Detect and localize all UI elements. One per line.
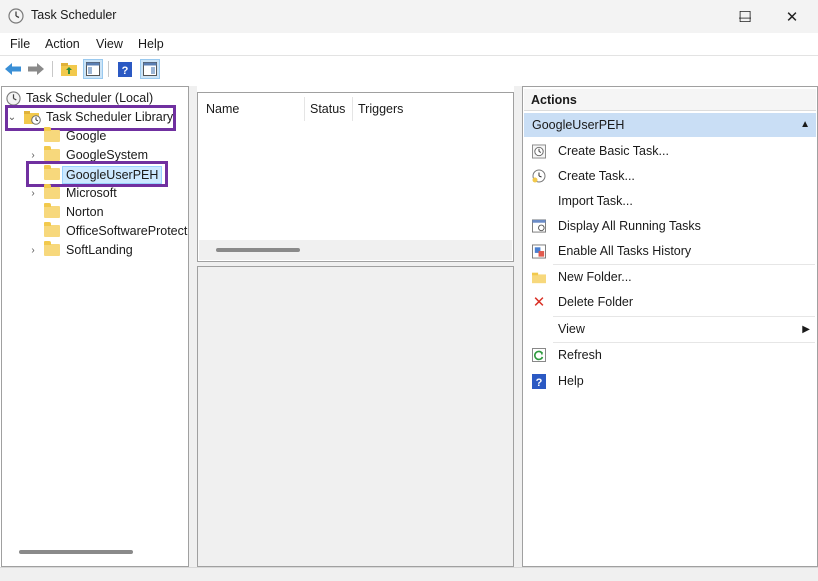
actions-group-title: GoogleUserPEH — [532, 118, 625, 132]
folder-icon — [44, 203, 60, 218]
task-list-horizontal-scrollbar-thumb[interactable] — [216, 248, 300, 252]
show-hide-console-tree-icon — [86, 62, 100, 76]
folder-icon — [44, 222, 60, 237]
show-hide-action-pane-icon — [143, 62, 157, 76]
actions-header: Actions — [524, 89, 816, 111]
refresh-icon — [532, 348, 546, 362]
task-scheduler-clock-icon — [8, 8, 24, 24]
action-create-task[interactable]: Create Task... — [524, 164, 816, 189]
show-hide-console-tree-button[interactable] — [83, 59, 103, 79]
toolbar-separator — [52, 61, 53, 77]
action-label: Delete Folder — [558, 295, 634, 309]
column-header-triggers[interactable]: Triggers — [358, 102, 403, 116]
action-label: New Folder... — [558, 270, 632, 284]
help-button[interactable]: ? — [115, 59, 135, 79]
tree-item-label: SoftLanding — [66, 243, 133, 257]
tree-horizontal-scrollbar-thumb[interactable] — [19, 550, 133, 554]
back-button[interactable] — [3, 59, 23, 79]
menu-bar: File Action View Help — [0, 33, 818, 56]
action-label: Display All Running Tasks — [558, 219, 701, 233]
action-refresh[interactable]: Refresh — [524, 343, 816, 368]
action-enable-tasks-history[interactable]: Enable All Tasks History — [524, 239, 816, 264]
close-button[interactable]: ✕ — [769, 0, 815, 33]
folder-icon — [44, 146, 60, 161]
splitter-left[interactable] — [189, 86, 197, 567]
svg-text:?: ? — [122, 65, 129, 77]
minimize-button-hit[interactable] — [676, 0, 722, 33]
actions-pane: Actions GoogleUserPEH ▲ Create Basic Tas… — [522, 86, 818, 567]
tree-item-officesoftwareprotection[interactable]: OfficeSoftwareProtecti — [2, 222, 188, 241]
action-display-running-tasks[interactable]: Display All Running Tasks — [524, 214, 816, 239]
running-tasks-icon — [532, 219, 546, 233]
task-list-pane: Name Status Triggers — [197, 92, 514, 262]
action-label: View — [558, 322, 585, 336]
action-label: Import Task... — [558, 194, 633, 208]
chevron-right-icon[interactable]: › — [28, 184, 38, 203]
maximize-button[interactable]: ☐ — [722, 0, 768, 33]
create-task-icon — [532, 169, 546, 183]
submenu-arrow-icon: ▶ — [802, 324, 810, 335]
menu-view[interactable]: View — [96, 37, 123, 51]
clock-icon — [6, 91, 21, 106]
tasks-history-icon — [532, 244, 546, 258]
up-folder-icon — [61, 63, 77, 76]
forward-icon — [28, 63, 44, 75]
tree-item-norton[interactable]: Norton — [2, 203, 188, 222]
task-details-pane — [197, 266, 514, 567]
splitter-right[interactable] — [514, 86, 522, 567]
chevron-right-icon[interactable]: › — [28, 241, 38, 260]
up-folder-button[interactable] — [59, 59, 79, 79]
back-icon — [5, 63, 21, 75]
folder-icon — [44, 127, 60, 142]
forward-button[interactable] — [26, 59, 46, 79]
help-icon: ? — [532, 373, 546, 389]
column-divider[interactable] — [352, 97, 353, 121]
tree-item-softlanding[interactable]: › SoftLanding — [2, 241, 188, 260]
column-header-status[interactable]: Status — [310, 102, 345, 116]
tree-item-label: Google — [66, 129, 107, 143]
action-label: Create Basic Task... — [558, 144, 669, 158]
help-icon: ? — [118, 61, 132, 77]
tree-item-label: Norton — [66, 205, 104, 219]
action-delete-folder[interactable]: ✕ Delete Folder — [524, 290, 816, 315]
action-view[interactable]: View ▶ — [524, 317, 816, 342]
folder-icon — [44, 184, 60, 199]
action-label: Refresh — [558, 348, 602, 362]
maximize-icon: ☐ — [738, 8, 752, 26]
folder-icon — [44, 241, 60, 256]
menu-help[interactable]: Help — [138, 37, 164, 51]
tree-item-label: Microsoft — [66, 186, 117, 200]
action-create-basic-task[interactable]: Create Basic Task... — [524, 139, 816, 164]
show-hide-action-pane-button[interactable] — [140, 59, 160, 79]
menu-action[interactable]: Action — [45, 37, 80, 51]
status-bar — [0, 567, 818, 581]
action-import-task[interactable]: Import Task... — [524, 189, 816, 214]
toolbar: ? — [0, 56, 818, 82]
window-title: Task Scheduler — [31, 8, 117, 22]
action-label: Create Task... — [558, 169, 635, 183]
toolbar-separator — [108, 61, 109, 77]
new-folder-icon — [532, 270, 546, 284]
action-label: Help — [558, 374, 584, 388]
svg-text:?: ? — [536, 377, 543, 389]
console-tree-pane: Task Scheduler (Local) ⌄ Task Scheduler … — [1, 86, 189, 567]
action-help[interactable]: ? Help — [524, 369, 816, 394]
column-divider[interactable] — [304, 97, 305, 121]
delete-icon: ✕ — [532, 293, 546, 311]
create-basic-task-icon — [532, 144, 546, 158]
collapse-arrow-icon[interactable]: ▲ — [800, 113, 810, 137]
column-header-name[interactable]: Name — [206, 102, 239, 116]
close-icon: ✕ — [785, 8, 799, 26]
action-new-folder[interactable]: New Folder... — [524, 265, 816, 290]
menu-file[interactable]: File — [10, 37, 30, 51]
action-label: Enable All Tasks History — [558, 244, 692, 258]
tree-item-microsoft[interactable]: › Microsoft — [2, 184, 188, 203]
tree-item-label: OfficeSoftwareProtecti — [66, 224, 188, 238]
tree-item-google[interactable]: Google — [2, 127, 188, 146]
actions-group-header[interactable]: GoogleUserPEH ▲ — [524, 113, 816, 137]
